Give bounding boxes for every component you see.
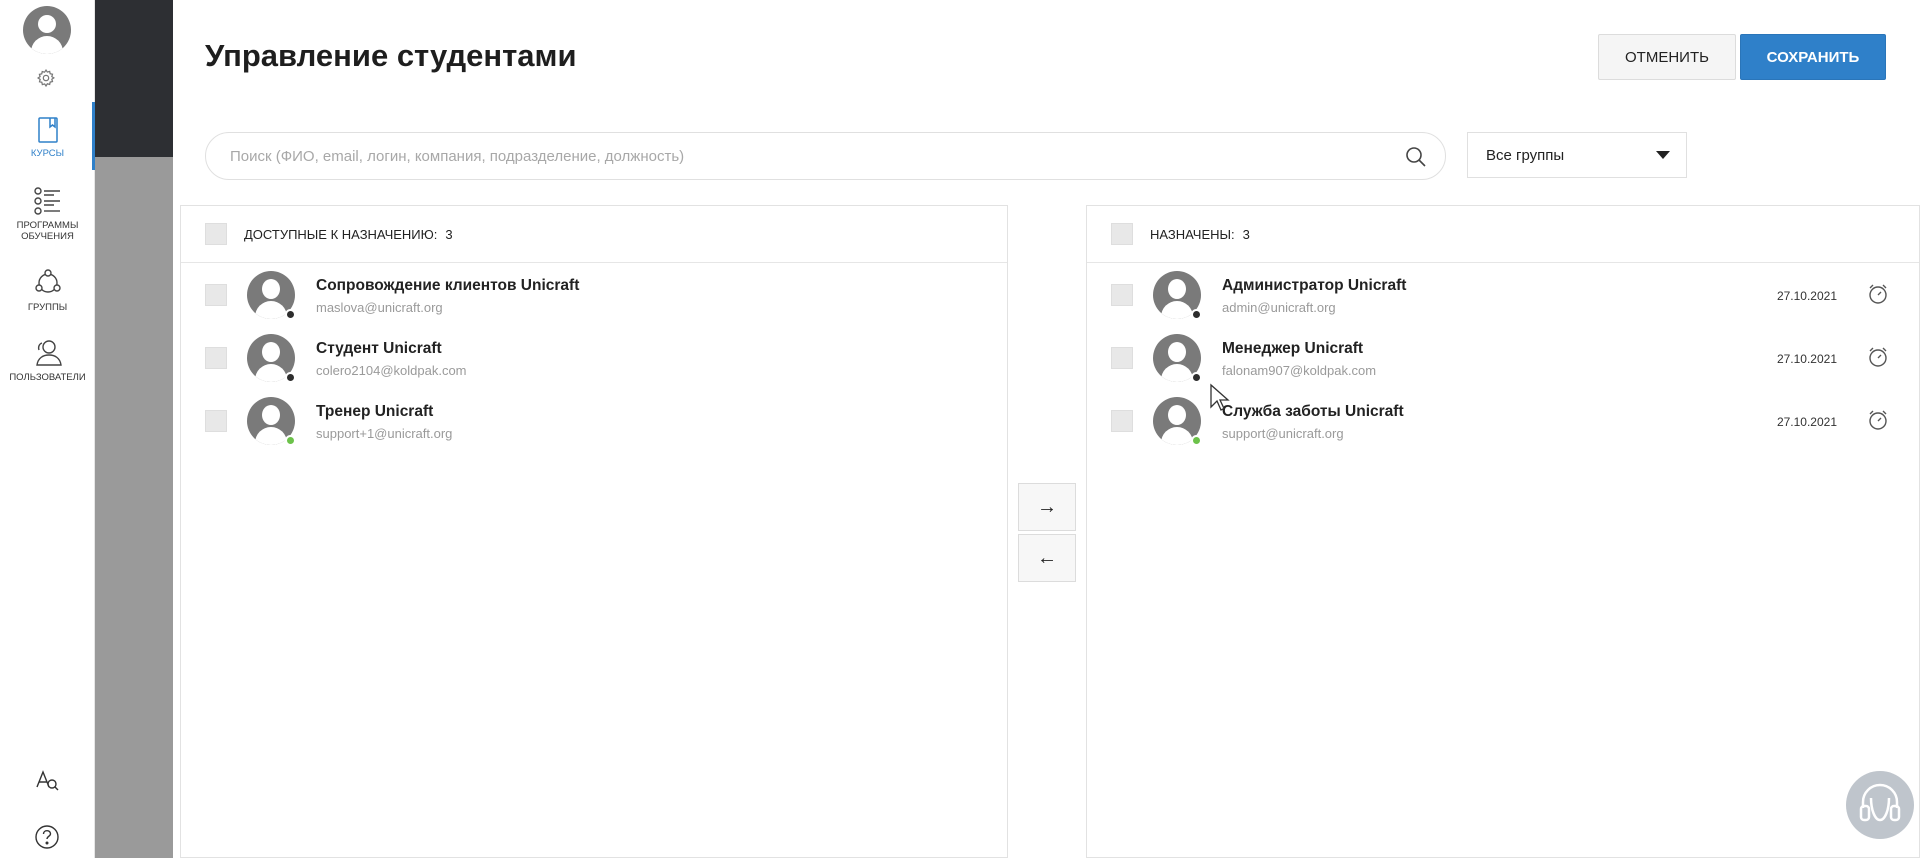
list-icon xyxy=(33,187,60,215)
user-name: Менеджер Unicraft xyxy=(1222,340,1364,357)
select-all-available-checkbox[interactable] xyxy=(205,223,227,245)
user-email: falonam907@koldpak.com xyxy=(1222,363,1377,378)
available-label: ДОСТУПНЫЕ К НАЗНАЧЕНИЮ: xyxy=(244,227,438,242)
assign-right-button[interactable]: → xyxy=(1018,483,1076,531)
user-checkbox[interactable] xyxy=(205,410,227,432)
sidebar-item-label: ПРОГРАММЫ ОБУЧЕНИЯ xyxy=(16,220,79,242)
list-item[interactable]: Студент Unicraft colero2104@koldpak.com xyxy=(181,326,1007,389)
support-chat-button[interactable] xyxy=(1846,771,1914,839)
assigned-panel: НАЗНАЧЕНЫ: 3 Администратор Unicraft admin… xyxy=(1086,205,1920,858)
sidebar-item-groups[interactable]: ГРУППЫ xyxy=(0,268,95,313)
user-email: maslova@unicraft.org xyxy=(316,300,443,315)
user-name: Тренер Unicraft xyxy=(316,403,434,420)
user-checkbox[interactable] xyxy=(1111,284,1133,306)
group-filter-select[interactable]: Все группы xyxy=(1467,132,1687,178)
stopwatch-icon[interactable] xyxy=(1867,409,1889,431)
user-email: support+1@unicraft.org xyxy=(316,426,453,441)
user-checkbox[interactable] xyxy=(1111,347,1133,369)
sidebar-item-users[interactable]: ПОЛЬЗОВАТЕЛИ xyxy=(0,338,95,383)
main-content: Управление студентами ОТМЕНИТЬ СОХРАНИТЬ… xyxy=(173,0,1920,858)
user-name: Администратор Unicraft xyxy=(1222,277,1407,294)
sidebar-item-label: ПОЛЬЗОВАТЕЛИ xyxy=(9,372,86,383)
status-dot xyxy=(285,372,296,383)
cancel-button[interactable]: ОТМЕНИТЬ xyxy=(1598,34,1736,80)
search-input[interactable] xyxy=(230,133,1380,179)
user-checkbox[interactable] xyxy=(205,284,227,306)
assigned-list: Администратор Unicraft admin@unicraft.or… xyxy=(1087,263,1919,452)
sidebar: КУРСЫ ПРОГРАММЫ ОБУЧЕНИЯ ГРУППЫ ПОЛЬЗОВА… xyxy=(0,0,95,858)
available-panel: ДОСТУПНЫЕ К НАЗНАЧЕНИЮ: 3 Сопровождение к… xyxy=(180,205,1008,858)
chevron-down-icon xyxy=(1656,151,1670,159)
unassign-left-button[interactable]: ← xyxy=(1018,534,1076,582)
background-overlay xyxy=(95,0,173,858)
users-icon xyxy=(35,340,62,366)
assigned-label: НАЗНАЧЕНЫ: xyxy=(1150,227,1235,242)
status-dot xyxy=(1191,309,1202,320)
list-item[interactable]: Тренер Unicraft support+1@unicraft.org xyxy=(181,389,1007,452)
select-all-assigned-checkbox[interactable] xyxy=(1111,223,1133,245)
groups-icon xyxy=(34,269,61,293)
list-item[interactable]: Сопровождение клиентов Unicraft maslova@… xyxy=(181,263,1007,326)
gear-icon[interactable] xyxy=(36,68,56,88)
assigned-count: 3 xyxy=(1242,227,1250,242)
assigned-date: 27.10.2021 xyxy=(1776,415,1837,429)
profile-avatar[interactable] xyxy=(23,6,71,54)
list-item[interactable]: Администратор Unicraft admin@unicraft.or… xyxy=(1087,263,1919,326)
status-dot xyxy=(285,309,296,320)
sidebar-item-programs[interactable]: ПРОГРАММЫ ОБУЧЕНИЯ xyxy=(0,186,95,242)
save-button[interactable]: СОХРАНИТЬ xyxy=(1740,34,1886,80)
user-checkbox[interactable] xyxy=(205,347,227,369)
assigned-header: НАЗНАЧЕНЫ: 3 xyxy=(1087,206,1919,263)
headset-icon xyxy=(1859,783,1901,822)
user-email: admin@unicraft.org xyxy=(1222,300,1336,315)
user-name: Сопровождение клиентов Unicraft xyxy=(316,277,580,294)
user-email: support@unicraft.org xyxy=(1222,426,1344,441)
assigned-date: 27.10.2021 xyxy=(1776,289,1837,303)
search-icon[interactable] xyxy=(1405,146,1427,168)
available-header: ДОСТУПНЫЕ К НАЗНАЧЕНИЮ: 3 xyxy=(181,206,1007,263)
stopwatch-icon[interactable] xyxy=(1867,346,1889,368)
group-filter-value: Все группы xyxy=(1486,147,1565,164)
list-item[interactable]: Менеджер Unicraft falonam907@koldpak.com… xyxy=(1087,326,1919,389)
stopwatch-icon[interactable] xyxy=(1867,283,1889,305)
app-root: КУРСЫ ПРОГРАММЫ ОБУЧЕНИЯ ГРУППЫ ПОЛЬЗОВА… xyxy=(0,0,1920,858)
book-icon xyxy=(37,117,58,143)
search-box xyxy=(205,132,1446,180)
user-email: colero2104@koldpak.com xyxy=(316,363,467,378)
page-title: Управление студентами xyxy=(205,38,577,73)
user-checkbox[interactable] xyxy=(1111,410,1133,432)
font-size-icon[interactable] xyxy=(34,768,60,794)
status-dot xyxy=(1191,372,1202,383)
status-dot xyxy=(1191,435,1202,446)
mouse-cursor-icon xyxy=(1210,383,1230,411)
user-name: Студент Unicraft xyxy=(316,340,442,357)
help-icon[interactable] xyxy=(34,824,60,850)
user-name: Служба заботы Unicraft xyxy=(1222,403,1404,420)
available-list: Сопровождение клиентов Unicraft maslova@… xyxy=(181,263,1007,452)
available-count: 3 xyxy=(445,227,453,242)
assigned-date: 27.10.2021 xyxy=(1776,352,1837,366)
status-dot xyxy=(285,435,296,446)
sidebar-item-label: КУРСЫ xyxy=(30,148,65,159)
sidebar-item-label: ГРУППЫ xyxy=(27,302,68,313)
sidebar-item-courses[interactable]: КУРСЫ xyxy=(0,102,95,170)
